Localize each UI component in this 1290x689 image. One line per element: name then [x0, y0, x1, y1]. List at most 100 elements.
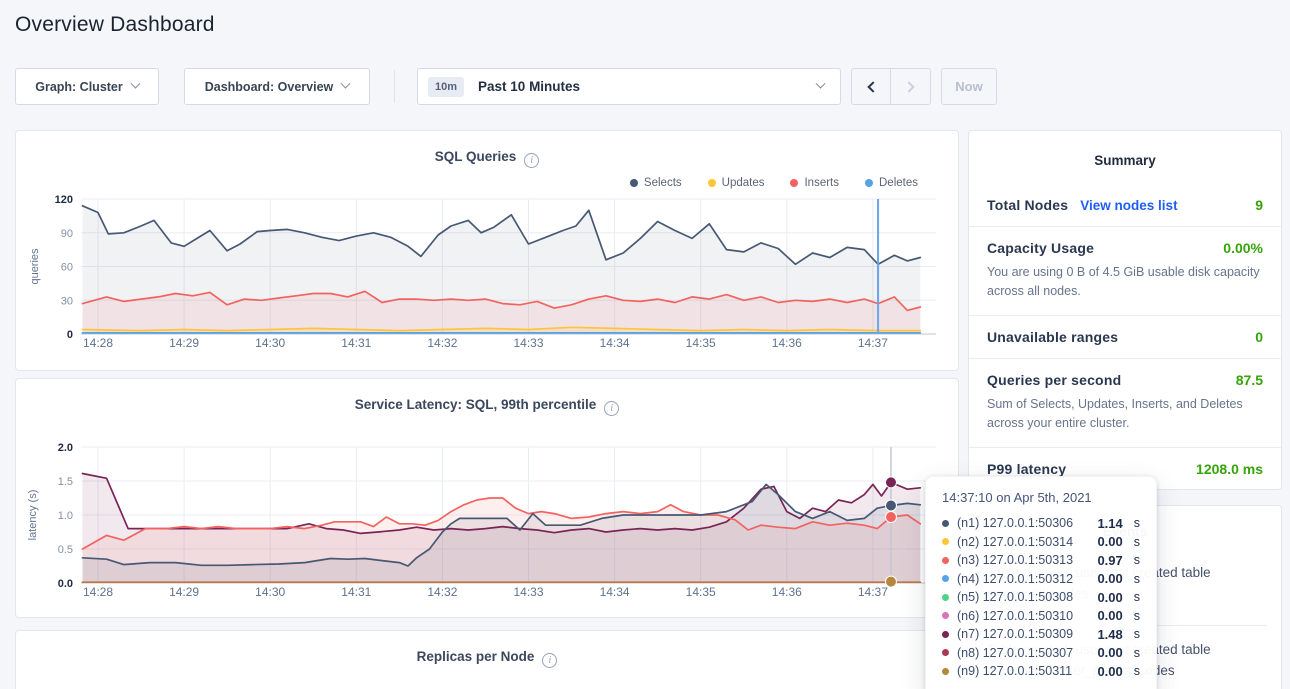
latency-unit: s	[1134, 609, 1140, 623]
latency-unit: s	[1134, 646, 1140, 660]
node-address: (n4) 127.0.0.1:50312	[957, 572, 1073, 586]
info-icon[interactable]	[542, 653, 557, 668]
node-latency-value: 0.00	[1097, 534, 1122, 549]
time-range-label: Past 10 Minutes	[478, 79, 580, 94]
svg-text:14:34: 14:34	[600, 336, 630, 350]
view-nodes-list-link[interactable]: View nodes list	[1080, 198, 1177, 213]
latency-unit: s	[1134, 553, 1140, 567]
next-time-button[interactable]	[891, 68, 931, 105]
service-latency-chart[interactable]: 14:2814:2914:3014:3114:3214:3314:3414:35…	[16, 434, 958, 606]
svg-text:14:31: 14:31	[341, 336, 371, 350]
replicas-chart-title: Replicas per Node	[16, 631, 958, 668]
svg-text:2.0: 2.0	[58, 442, 73, 454]
node-latency-value: 0.00	[1097, 608, 1122, 623]
graph-dropdown[interactable]: Graph: Cluster	[15, 68, 159, 105]
node-color-dot	[942, 631, 949, 638]
capacity-value: 0.00%	[1223, 240, 1263, 256]
legend-item-deletes[interactable]: Deletes	[865, 177, 918, 189]
latency-unit: s	[1134, 590, 1140, 604]
graph-dropdown-label: Graph: Cluster	[35, 80, 123, 94]
summary-panel: Summary Total Nodes View nodes list 9 Ca…	[968, 130, 1282, 490]
svg-text:14:29: 14:29	[169, 585, 199, 599]
node-latency-value: 0.00	[1097, 590, 1122, 605]
legend-color-dot	[790, 179, 798, 187]
dashboard-dropdown-label: Dashboard: Overview	[205, 80, 334, 94]
node-address: (n8) 127.0.0.1:50307	[957, 646, 1073, 660]
time-range-selector[interactable]: 10m Past 10 Minutes	[417, 68, 841, 105]
node-color-dot	[942, 612, 949, 619]
now-button[interactable]: Now	[941, 68, 997, 105]
svg-text:14:33: 14:33	[513, 585, 543, 599]
summary-row-total-nodes: Total Nodes View nodes list 9	[969, 184, 1281, 226]
time-step-buttons	[851, 68, 931, 105]
summary-row-capacity: Capacity Usage 0.00% You are using 0 B o…	[969, 226, 1281, 315]
p99-latency-value: 1208.0 ms	[1196, 461, 1263, 477]
total-nodes-value: 9	[1255, 197, 1263, 213]
tooltip-row: (n8) 127.0.0.1:50307 0.00 s	[942, 644, 1140, 663]
legend-color-dot	[708, 179, 716, 187]
latency-chart-title-text: Service Latency: SQL, 99th percentile	[355, 397, 597, 412]
legend-item-updates[interactable]: Updates	[708, 177, 765, 189]
node-address: (n2) 127.0.0.1:50314	[957, 535, 1073, 549]
legend-label: Updates	[722, 177, 765, 189]
node-color-dot	[942, 557, 949, 564]
svg-text:14:36: 14:36	[772, 336, 802, 350]
latency-unit: s	[1134, 516, 1140, 530]
svg-text:0.5: 0.5	[58, 544, 73, 556]
tooltip-rows: (n1) 127.0.0.1:503061.14s(n2) 127.0.0.1:…	[942, 514, 1140, 681]
node-address: (n3) 127.0.0.1:50313	[957, 553, 1073, 567]
svg-text:1.0: 1.0	[58, 510, 73, 522]
tooltip-row: (n7) 127.0.0.1:503091.48s	[942, 625, 1140, 644]
sql-queries-panel: SQL Queries Selects Updates Inserts Deletes…	[15, 130, 959, 371]
service-latency-panel: Service Latency: SQL, 99th percentile 14…	[15, 378, 959, 618]
node-latency-value: 0.00	[1097, 664, 1122, 679]
svg-text:14:30: 14:30	[255, 336, 285, 350]
info-icon[interactable]	[604, 401, 619, 416]
latency-unit: s	[1134, 627, 1140, 641]
replicas-per-node-panel: Replicas per Node	[15, 630, 959, 689]
latency-unit: s	[1134, 535, 1140, 549]
svg-text:14:35: 14:35	[686, 336, 716, 350]
legend-item-inserts[interactable]: Inserts	[790, 177, 839, 189]
info-icon[interactable]	[524, 153, 539, 168]
svg-text:14:32: 14:32	[427, 336, 457, 350]
svg-text:120: 120	[55, 194, 73, 206]
latency-unit: s	[1134, 664, 1140, 678]
replicas-chart-title-text: Replicas per Node	[417, 649, 535, 664]
tooltip-row: (n6) 127.0.0.1:503100.00s	[942, 607, 1140, 626]
tooltip-connector: on	[996, 490, 1010, 505]
svg-text:14:31: 14:31	[341, 585, 371, 599]
chevron-right-icon	[903, 81, 914, 92]
capacity-description: You are using 0 B of 4.5 GiB usable disk…	[987, 263, 1263, 302]
p99-latency-label: P99 latency	[987, 461, 1066, 477]
svg-text:14:28: 14:28	[83, 336, 113, 350]
page-title: Overview Dashboard	[15, 13, 215, 37]
legend-item-selects[interactable]: Selects	[630, 177, 682, 189]
svg-text:60: 60	[61, 262, 73, 274]
time-range-badge: 10m	[428, 77, 464, 97]
prev-time-button[interactable]	[851, 68, 891, 105]
legend-label: Inserts	[804, 177, 839, 189]
svg-text:14:30: 14:30	[255, 585, 285, 599]
total-nodes-label: Total Nodes	[987, 197, 1068, 213]
node-color-dot	[942, 668, 949, 675]
sql-queries-chart[interactable]: 14:2814:2914:3014:3114:3214:3314:3414:35…	[16, 189, 958, 361]
tooltip-row: (n3) 127.0.0.1:50313 0.97 s	[942, 551, 1140, 570]
node-latency-value: 0.00	[1097, 571, 1122, 586]
dashboard-dropdown[interactable]: Dashboard: Overview	[184, 68, 370, 105]
qps-value: 87.5	[1236, 372, 1263, 388]
summary-title: Summary	[969, 131, 1281, 184]
legend-label: Selects	[644, 177, 682, 189]
sql-chart-title-text: SQL Queries	[435, 149, 517, 164]
tooltip-row: (n2) 127.0.0.1:50314 0.00 s	[942, 533, 1140, 552]
sql-chart-legend: Selects Updates Inserts Deletes	[630, 177, 918, 189]
chevron-left-icon	[867, 81, 878, 92]
svg-text:14:36: 14:36	[772, 585, 802, 599]
svg-text:90: 90	[61, 228, 73, 240]
svg-text:14:35: 14:35	[686, 585, 716, 599]
tooltip-row: (n5) 127.0.0.1:503080.00s	[942, 588, 1140, 607]
tooltip-row: (n1) 127.0.0.1:503061.14s	[942, 514, 1140, 533]
node-latency-value: 0.97	[1097, 553, 1122, 568]
node-latency-value: 0.00	[1097, 645, 1122, 660]
controls-divider	[394, 70, 395, 103]
